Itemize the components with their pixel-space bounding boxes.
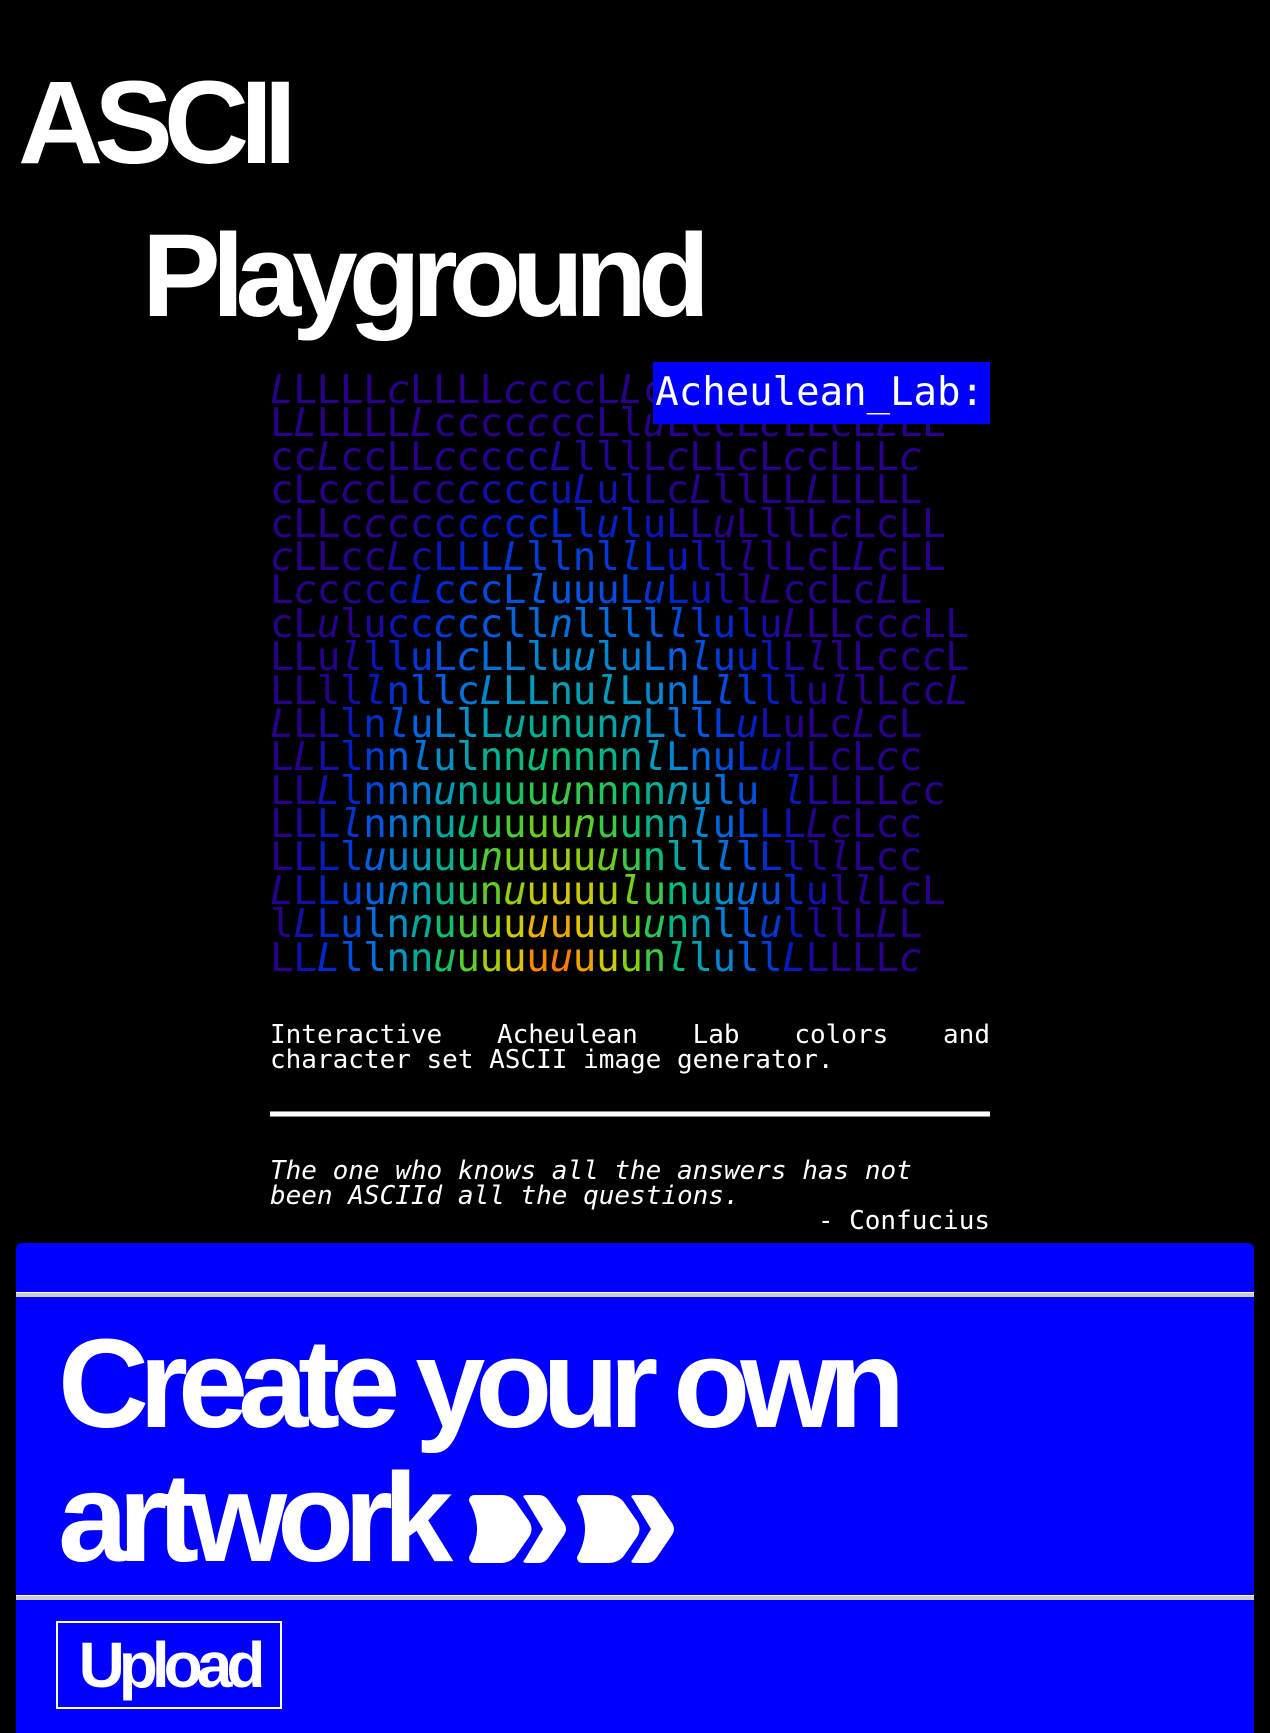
panel-divider-bottom xyxy=(16,1595,1254,1600)
create-artwork-heading[interactable]: Create your own artwork xyxy=(58,1317,905,1591)
double-arrow-right-icon xyxy=(461,1457,693,1591)
ascii-row: LLLllnnuuuuuuuuunllullLLLLLc xyxy=(270,934,922,981)
description-text: Interactive Acheulean Lab colors and cha… xyxy=(270,1020,990,1075)
page-title-line-1: ASCII xyxy=(18,57,297,189)
lab-tag-label: Acheulean_Lab: xyxy=(653,362,990,424)
create-artwork-panel: Create your own artwork Upload xyxy=(16,1243,1254,1733)
cta-heading-line-2: artwork xyxy=(58,1447,453,1588)
cta-heading-line-1: Create your own xyxy=(58,1313,905,1454)
section-divider xyxy=(270,1111,990,1117)
upload-button[interactable]: Upload xyxy=(56,1621,282,1709)
ascii-art-grid: LLLLLcLLLLccccLLccLLLLLcLLLLLLLLLLLccccc… xyxy=(270,370,990,981)
panel-divider-top xyxy=(16,1292,1254,1297)
quote-text: The one who knows all the answers has no… xyxy=(270,1156,912,1211)
page-title-line-2: Playground xyxy=(142,210,710,342)
quote-author: - Confucius xyxy=(817,1206,990,1236)
ascii-artwork: LLLLLcLLLLccccLLccLLLLLcLLLLLLLLLLLccccc… xyxy=(270,362,990,986)
